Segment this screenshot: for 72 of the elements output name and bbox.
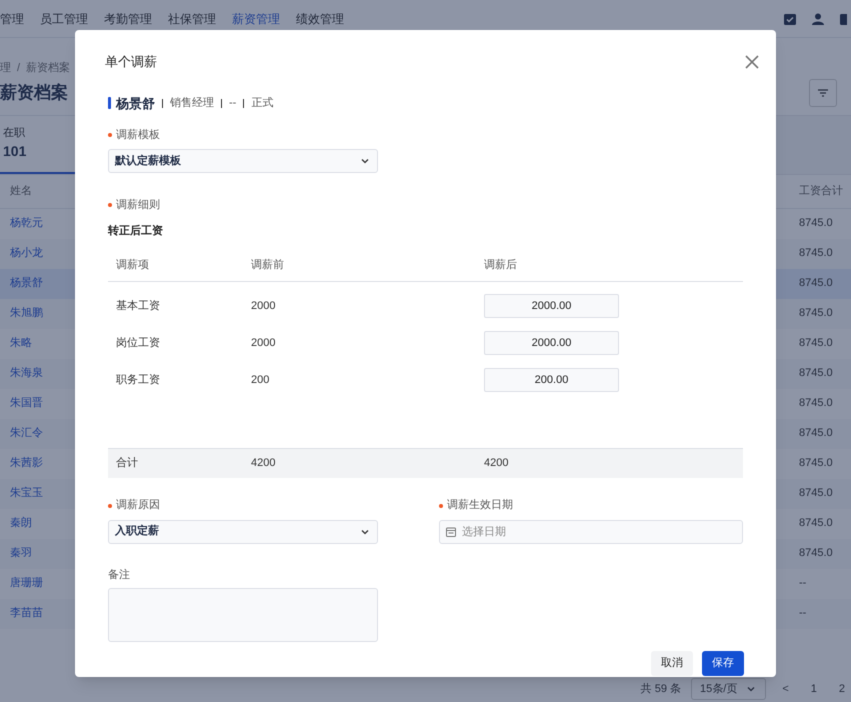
- nav-item[interactable]: 绩效管理: [296, 10, 344, 28]
- table-cell-text: 8745.0: [799, 246, 834, 262]
- column-header: 调薪前: [251, 258, 285, 273]
- nav-item[interactable]: 考勤管理: [104, 10, 152, 28]
- calendar-icon: [446, 526, 456, 536]
- column-header: 调薪后: [484, 258, 517, 273]
- nav-item[interactable]: 薪资管理: [232, 10, 280, 28]
- section-title: 转正后工资: [108, 224, 164, 239]
- save-button[interactable]: 保存: [702, 650, 744, 676]
- calendar-check-icon[interactable]: [783, 12, 797, 26]
- amount-input[interactable]: 200.00: [484, 368, 619, 392]
- table-cell-text: --: [799, 606, 808, 622]
- table-cell-text: 8745.0: [799, 426, 834, 442]
- filter-icon: [818, 88, 828, 96]
- field-label: 备注: [108, 568, 130, 580]
- close-icon[interactable]: [745, 54, 759, 69]
- table-cell-text: 8745.0: [799, 396, 834, 412]
- breadcrumb-item[interactable]: 薪资档案: [26, 60, 70, 76]
- employee-detail: --: [229, 96, 236, 111]
- page-size-select[interactable]: 15条/页: [691, 678, 766, 700]
- nav-item[interactable]: 管理: [0, 10, 24, 28]
- table-cell-text: 8745.0: [799, 456, 834, 472]
- table-cell-text: 合计: [115, 456, 139, 471]
- table-cell-text: 8745.0: [799, 516, 834, 532]
- table-cell-text: 2000: [251, 336, 276, 351]
- breadcrumb-item[interactable]: 理: [0, 60, 11, 76]
- table-cell-text: 8745.0: [799, 306, 834, 322]
- table-cell-text: 4200: [484, 456, 508, 471]
- total-count: 共 59 条: [640, 682, 682, 697]
- tab-label: 在职: [3, 126, 26, 141]
- panel-icon[interactable]: [839, 12, 847, 26]
- reason-select[interactable]: 入职定薪: [108, 520, 378, 544]
- column-header: 姓名: [9, 184, 33, 199]
- prev-page-button[interactable]: <: [776, 680, 795, 698]
- table-cell-text: 岗位工资: [115, 336, 161, 351]
- table-cell-text: 2000: [251, 298, 276, 314]
- page-number[interactable]: 1: [804, 680, 823, 698]
- table-cell-text: 基本工资: [115, 298, 161, 314]
- nav-item[interactable]: 社保管理: [168, 10, 216, 28]
- table-cell-text: 8745.0: [799, 276, 834, 292]
- template-select[interactable]: 默认定薪模板: [108, 149, 378, 173]
- filter-button[interactable]: [809, 78, 837, 106]
- table-cell-text: --: [799, 576, 808, 592]
- field-label: 调薪细则: [116, 198, 160, 213]
- field-label: 调薪原因: [116, 498, 160, 514]
- table-cell-text: 8745.0: [799, 546, 834, 562]
- employee-detail: 正式: [251, 96, 274, 111]
- table-cell-text: 8745.0: [799, 366, 834, 382]
- accent-bar: [108, 97, 111, 110]
- table-cell-text: 8745.0: [799, 486, 834, 502]
- amount-input[interactable]: 2000.00: [484, 294, 619, 318]
- breadcrumb-separator: /: [17, 61, 20, 76]
- table-cell-text: 8745.0: [799, 336, 834, 352]
- cancel-button[interactable]: 取消: [651, 650, 693, 676]
- page-title: 薪资档案: [0, 82, 68, 104]
- employee-name: 杨景舒: [116, 94, 155, 112]
- user-icon[interactable]: [811, 12, 825, 26]
- column-header: 调薪项: [115, 258, 150, 273]
- column-header: 工资合计: [799, 184, 844, 199]
- table-cell-text: 200: [251, 372, 270, 388]
- employee-detail: 销售经理: [170, 96, 214, 111]
- tab-count: 101: [3, 142, 28, 162]
- field-label: 调薪模板: [116, 128, 160, 143]
- date-picker-field[interactable]: 选择日期: [439, 520, 743, 544]
- table-cell-text: 8745.0: [799, 216, 834, 232]
- table-cell-text: 职务工资: [115, 372, 161, 388]
- nav-item[interactable]: 员工管理: [40, 10, 88, 28]
- page-number[interactable]: 2: [832, 680, 851, 698]
- dialog-title: 单个调薪: [105, 53, 157, 71]
- table-cell-text: 4200: [251, 456, 276, 471]
- amount-input[interactable]: 2000.00: [484, 331, 619, 355]
- field-label: 调薪生效日期: [447, 498, 513, 514]
